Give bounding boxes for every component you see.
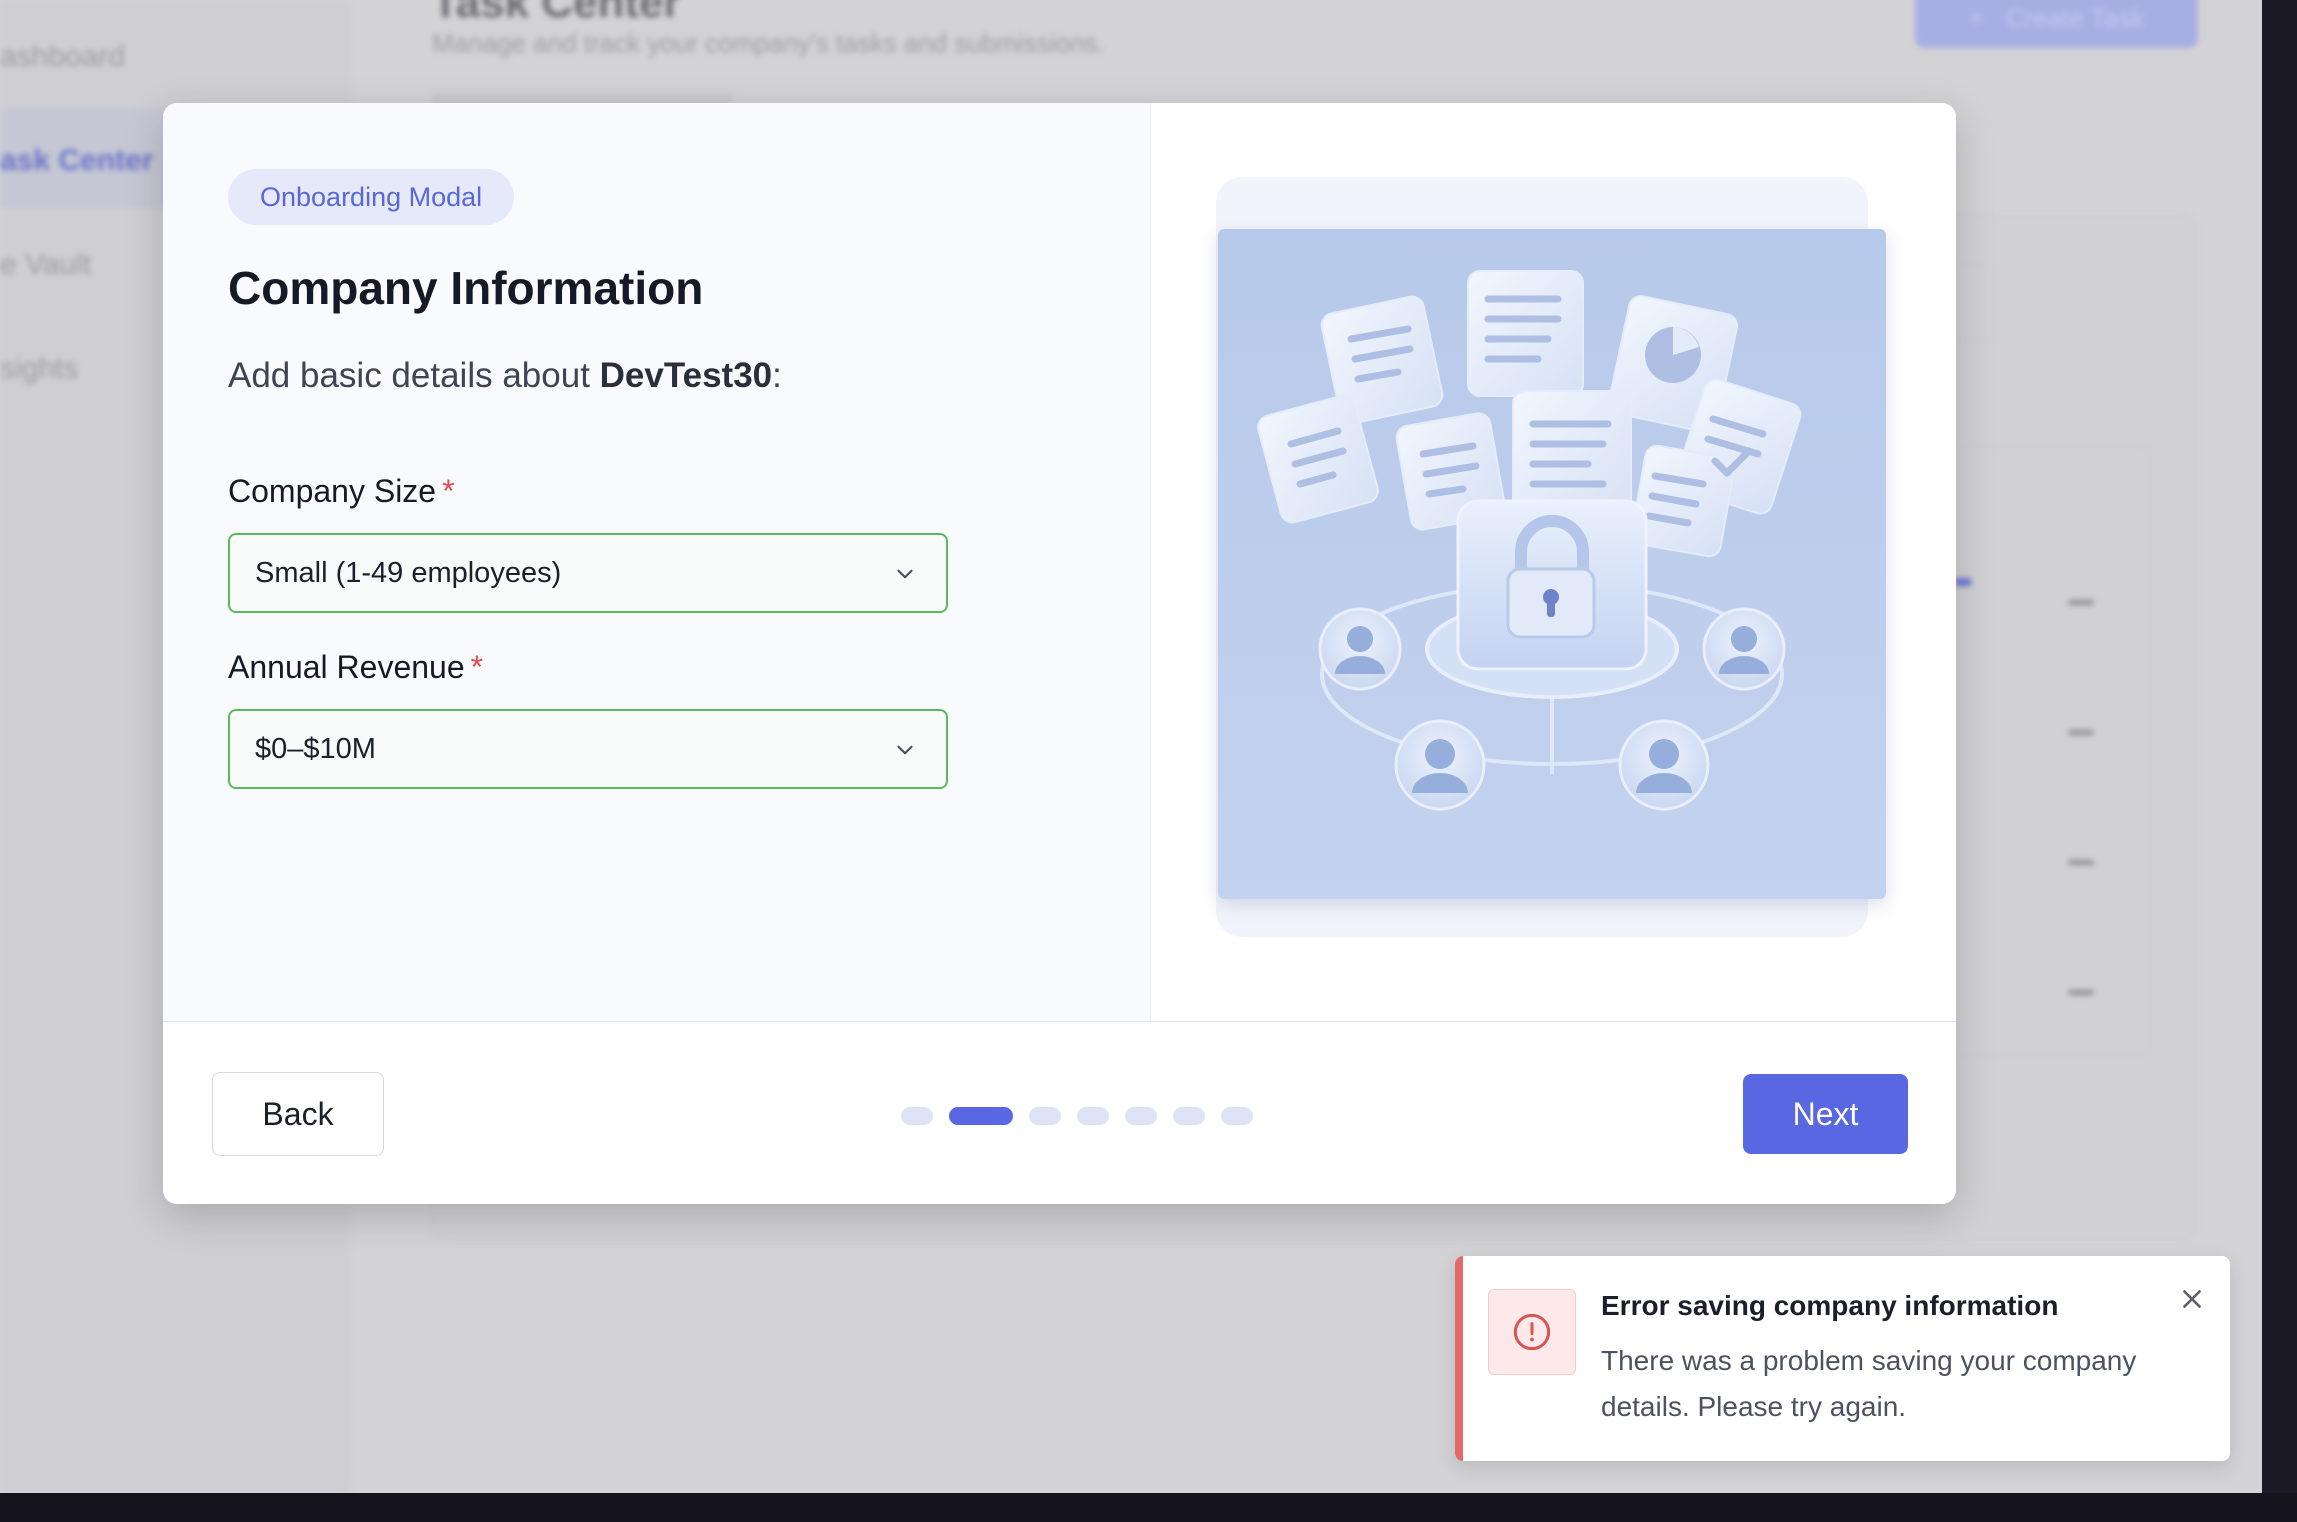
modal-subtitle: Add basic details about DevTest30: (228, 356, 782, 396)
step-dot (1125, 1107, 1157, 1125)
app-screen: ashboard ask Center e Vault sights Task … (0, 0, 2262, 1493)
alert-circle-icon (1513, 1313, 1551, 1351)
modal-form-panel: Onboarding Modal Company Information Add… (163, 103, 1150, 1021)
annual-revenue-label: Annual Revenue * (228, 649, 483, 686)
toast-title: Error saving company information (1601, 1290, 2059, 1321)
toast-accent-bar (1455, 1256, 1463, 1461)
security-documents-illustration (1218, 229, 1886, 899)
create-task-label: Create Task (2005, 2, 2145, 33)
close-icon-glyph (2183, 1290, 2201, 1308)
sidebar-item-dashboard[interactable]: ashboard (0, 4, 350, 104)
annual-revenue-select[interactable]: $0–$10M (228, 709, 948, 789)
toast-icon-container (1488, 1289, 1576, 1375)
onboarding-modal: Onboarding Modal Company Information Add… (163, 103, 1956, 1204)
window-frame-right (2262, 0, 2297, 1522)
subtitle-suffix: : (772, 356, 782, 395)
subtitle-text: Add basic details about (228, 356, 600, 395)
step-dot (1173, 1107, 1205, 1125)
company-size-label-text: Company Size (228, 473, 437, 509)
chevron-down-icon (897, 745, 913, 755)
error-toast: Error saving company information There w… (1455, 1256, 2230, 1461)
step-dot (1221, 1107, 1253, 1125)
toast-message: There was a problem saving your company … (1601, 1345, 2137, 1422)
company-name: DevTest30 (599, 356, 773, 395)
window-frame-bottom (0, 1493, 2297, 1522)
plus-icon: + (1968, 2, 1984, 33)
company-size-select[interactable]: Small (1-49 employees) (228, 533, 948, 613)
onboarding-badge: Onboarding Modal (228, 169, 515, 225)
page-subtitle: Manage and track your company's tasks an… (432, 28, 1105, 58)
annual-revenue-label-text: Annual Revenue (228, 649, 465, 685)
table-cell-empty (2068, 860, 2094, 865)
modal-title: Company Information (228, 262, 704, 314)
step-dot (1077, 1107, 1109, 1125)
page-title: Task Center (432, 0, 681, 27)
sidebar-item-label: ashboard (0, 40, 126, 73)
back-button[interactable]: Back (212, 1072, 384, 1156)
step-dot (901, 1107, 933, 1125)
sidebar-item-label: sights (0, 352, 79, 385)
illustration-image (1218, 229, 1886, 899)
step-dot-active (949, 1107, 1013, 1125)
table-cell-empty (2068, 600, 2094, 605)
step-dot (1029, 1107, 1061, 1125)
table-cell-empty (2068, 730, 2094, 735)
next-button[interactable]: Next (1743, 1074, 1908, 1154)
chevron-down-icon (897, 569, 913, 579)
required-mark: * (470, 649, 484, 685)
sidebar-item-label: e Vault (0, 248, 92, 281)
required-mark: * (442, 473, 455, 509)
sidebar-item-label: ask Center (0, 144, 154, 177)
company-size-value: Small (1-49 employees) (255, 556, 562, 589)
annual-revenue-value: $0–$10M (255, 732, 376, 765)
close-icon[interactable] (2175, 1282, 2209, 1316)
create-task-button[interactable]: + Create Task (1915, 0, 2198, 48)
status-indicator (1954, 578, 1972, 586)
table-cell-empty (2068, 990, 2094, 995)
company-size-label: Company Size * (228, 473, 455, 510)
